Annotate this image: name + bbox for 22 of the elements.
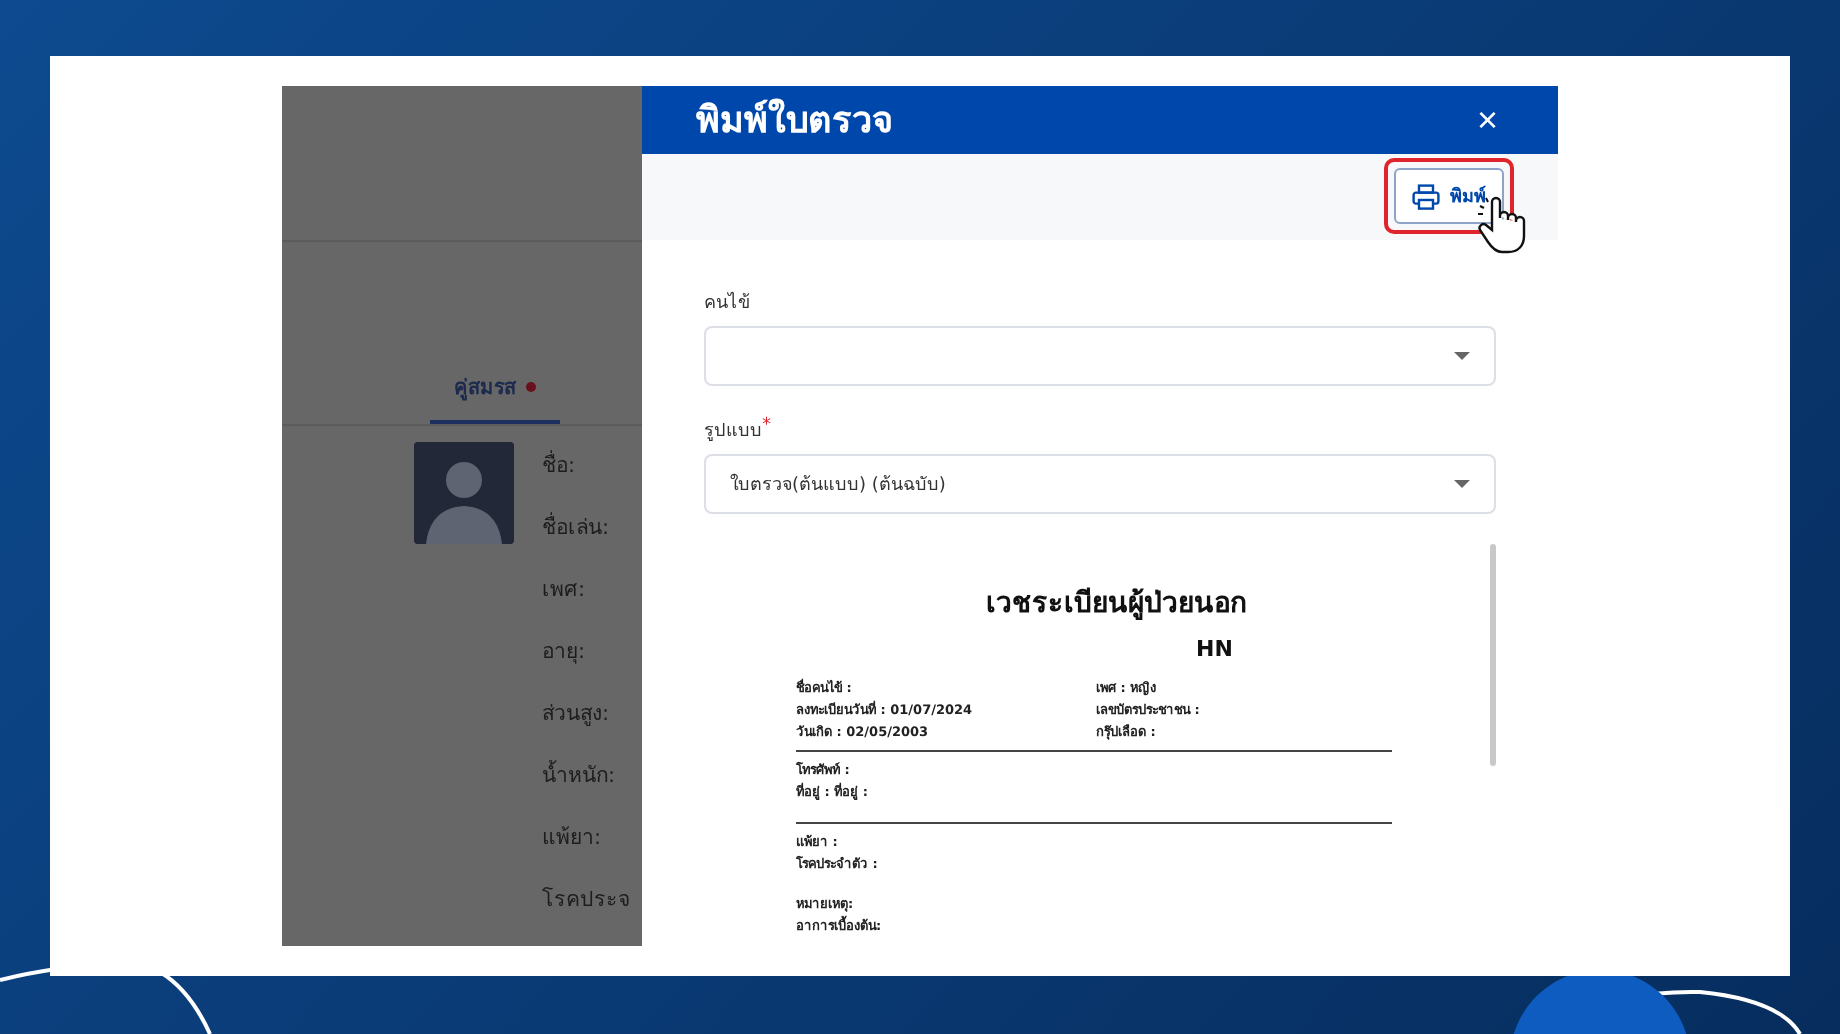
select-field[interactable]: ใบตรวจ(ต้นแบบ) (ต้นฉบับ) — [704, 454, 1496, 514]
avatar-icon — [414, 442, 514, 544]
required-mark: * — [762, 416, 771, 440]
field-label: ส่วนสูง: — [542, 700, 612, 730]
close-button[interactable]: × — [1476, 101, 1498, 138]
caret-icon — [1454, 352, 1470, 360]
select-field[interactable] — [704, 326, 1496, 386]
printer-icon — [1412, 183, 1440, 210]
dialog-title: พิมพ์ใบตรวจ — [696, 96, 894, 147]
hn-label: HN — [1196, 636, 1233, 662]
field-label: อายุ: — [542, 638, 588, 668]
field-label: แพ้ยา: — [542, 824, 604, 854]
field-label: เพศ: — [542, 576, 588, 606]
field-label: ชื่อเล่น: — [542, 510, 612, 544]
field-label: น้ำหนัก: — [542, 758, 618, 792]
document-title: เวชระเบียนผู้ป่วยนอก — [984, 585, 1248, 624]
field-label: คนไข้ — [704, 290, 750, 316]
scrollbar[interactable] — [1490, 544, 1496, 766]
field-label: รูปแบบ — [704, 420, 762, 444]
caret-icon — [1454, 480, 1470, 488]
field-label: โรคประจ — [542, 885, 630, 916]
field-label: ชื่อ: — [542, 448, 578, 482]
